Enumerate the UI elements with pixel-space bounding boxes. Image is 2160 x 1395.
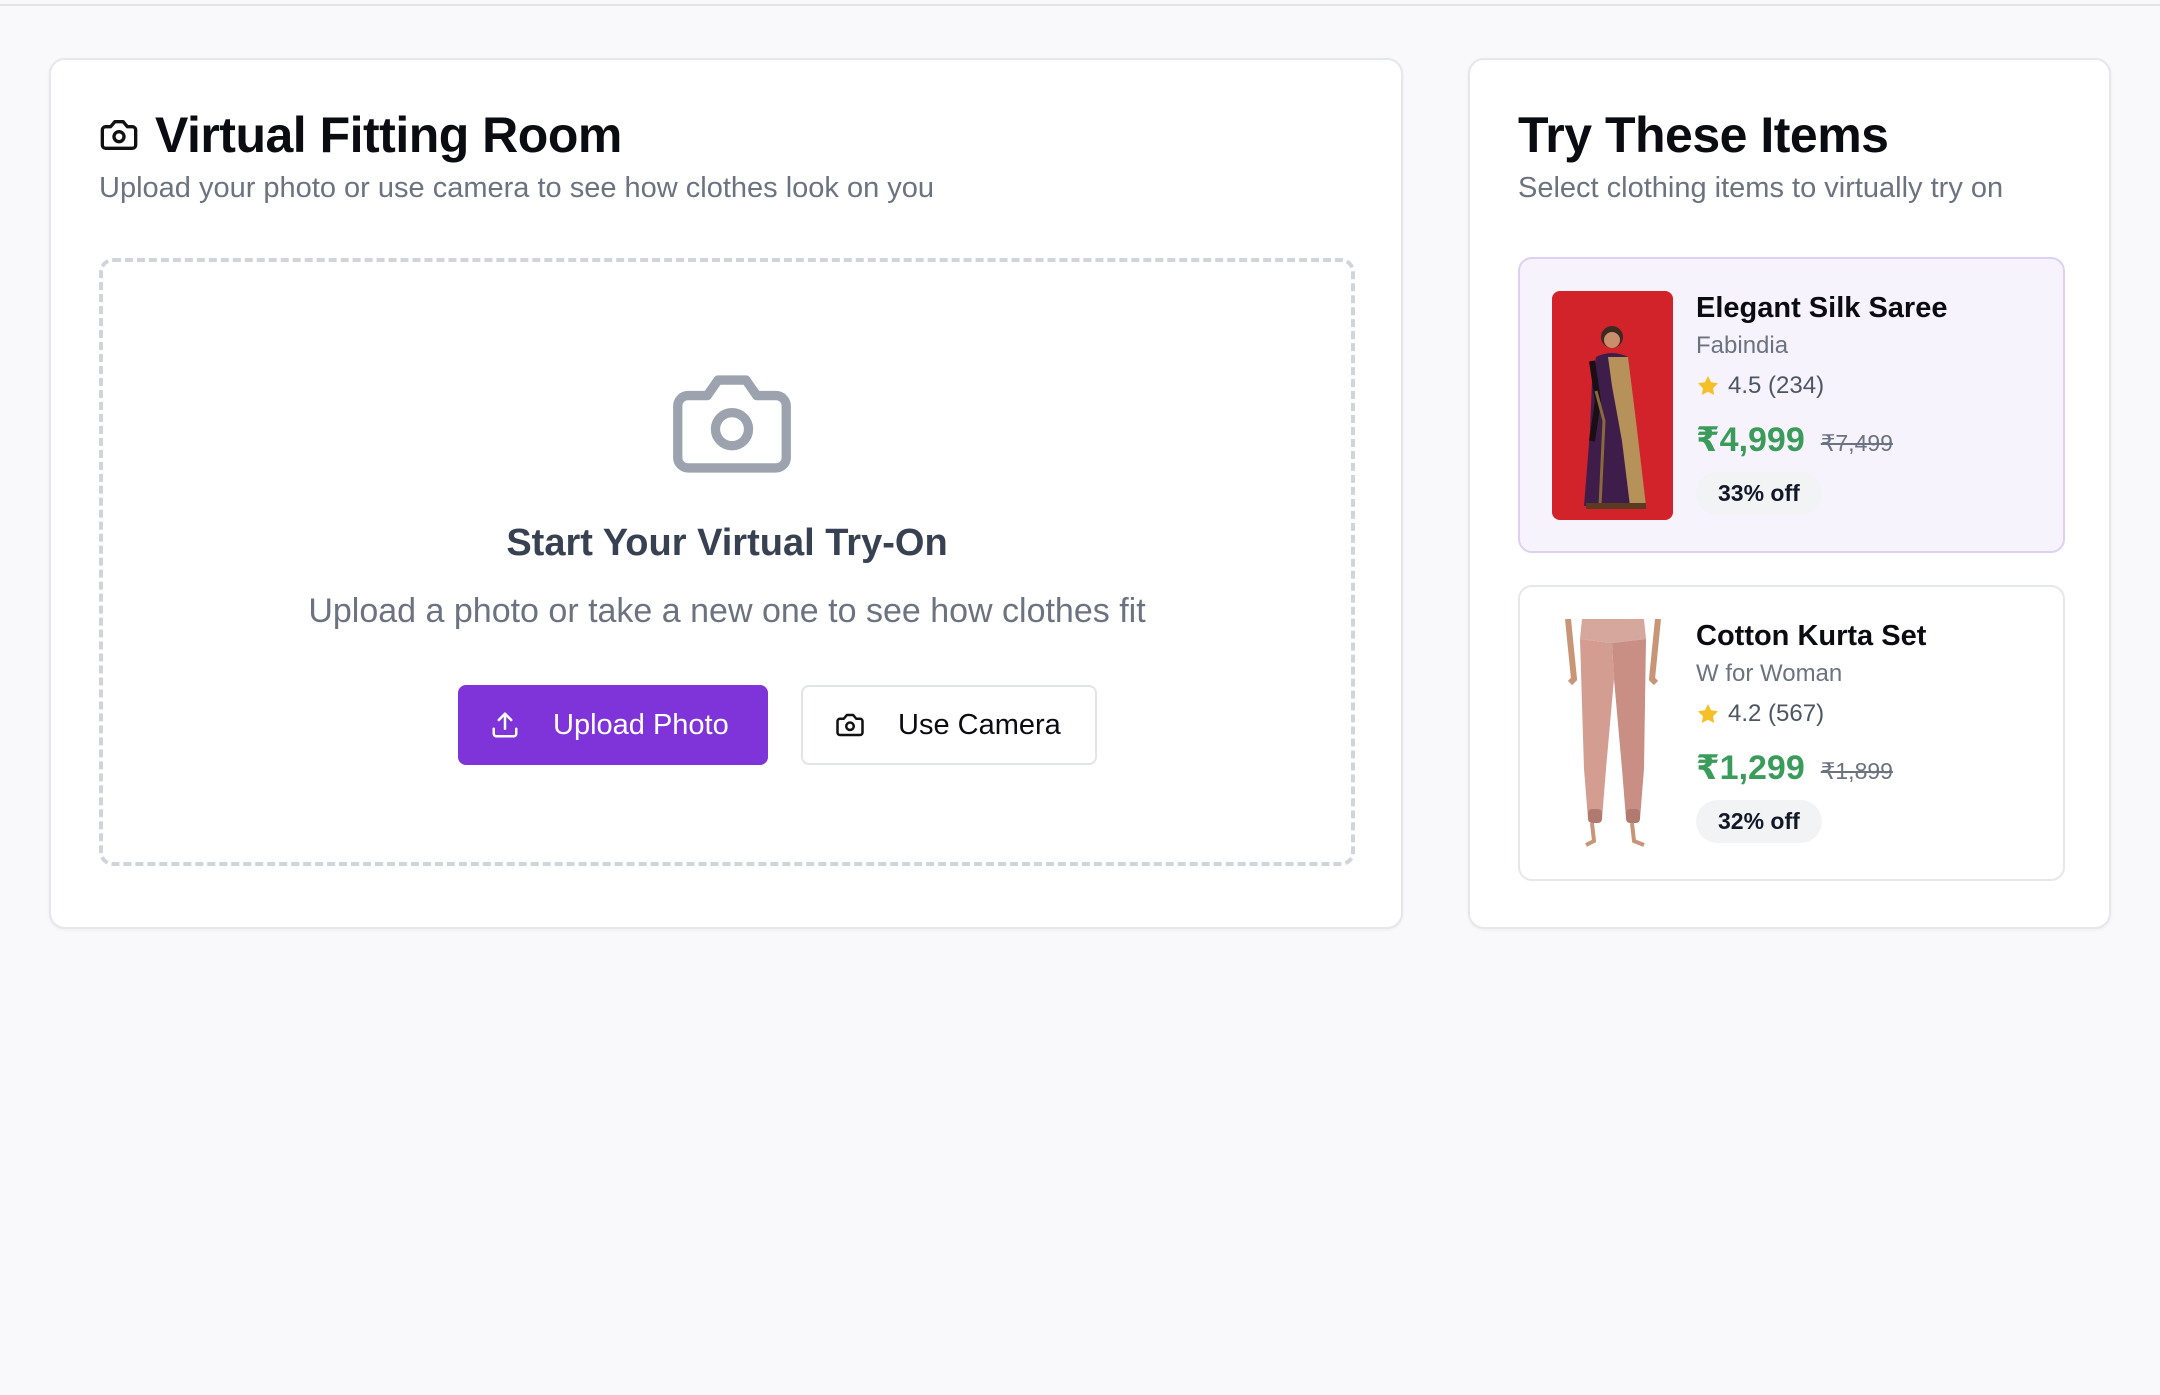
camera-icon bbox=[100, 120, 138, 150]
top-border bbox=[0, 0, 2160, 6]
product-image-kurta bbox=[1552, 619, 1673, 848]
product-price: ₹4,999 bbox=[1696, 420, 1805, 459]
star-icon bbox=[1698, 703, 1718, 723]
product-price: ₹1,299 bbox=[1696, 748, 1805, 787]
product-rating: 4.5 (234) bbox=[1696, 372, 1947, 400]
try-items-subtitle: Select clothing items to virtually try o… bbox=[1518, 172, 2004, 204]
product-info: Elegant Silk Saree Fabindia 4.5 (234) ₹4… bbox=[1696, 291, 1947, 515]
product-rating: 4.2 (567) bbox=[1696, 700, 1926, 728]
camera-icon bbox=[836, 713, 864, 737]
discount-badge: 32% off bbox=[1696, 799, 1822, 843]
product-brand: Fabindia bbox=[1696, 331, 1789, 359]
page-subtitle: Upload your photo or use camera to see h… bbox=[99, 172, 935, 204]
product-brand: W for Woman bbox=[1696, 659, 1843, 687]
rating-text: 4.2 (567) bbox=[1728, 699, 1825, 727]
try-items-card: Try These Items Select clothing items to… bbox=[1468, 58, 2111, 929]
product-name: Cotton Kurta Set bbox=[1696, 620, 1927, 652]
upload-photo-label: Upload Photo bbox=[553, 708, 729, 741]
dropzone-title: Start Your Virtual Try-On bbox=[506, 522, 948, 564]
product-mrp: ₹7,499 bbox=[1820, 429, 1893, 456]
photo-dropzone[interactable]: Start Your Virtual Try-On Upload a photo… bbox=[99, 258, 1355, 866]
star-icon bbox=[1698, 375, 1718, 395]
use-camera-label: Use Camera bbox=[898, 708, 1061, 741]
product-prices: ₹4,999 ₹7,499 bbox=[1696, 420, 1947, 460]
product-image-saree bbox=[1552, 291, 1673, 520]
page-title: Virtual Fitting Room bbox=[155, 107, 622, 163]
try-items-title: Try These Items bbox=[1518, 107, 1889, 163]
try-items-header: Try These Items bbox=[1518, 105, 1889, 165]
product-card-kurta[interactable]: Cotton Kurta Set W for Woman 4.2 (567) ₹… bbox=[1518, 585, 2065, 881]
product-name: Elegant Silk Saree bbox=[1696, 292, 1948, 324]
product-prices: ₹1,299 ₹1,899 bbox=[1696, 748, 1926, 788]
camera-placeholder-icon bbox=[673, 375, 791, 473]
fitting-room-card: Virtual Fitting Room Upload your photo o… bbox=[49, 58, 1403, 929]
product-info: Cotton Kurta Set W for Woman 4.2 (567) ₹… bbox=[1696, 619, 1926, 843]
rating-text: 4.5 (234) bbox=[1728, 371, 1825, 399]
product-mrp: ₹1,899 bbox=[1820, 757, 1893, 784]
fitting-room-header: Virtual Fitting Room bbox=[99, 105, 622, 165]
product-card-saree[interactable]: Elegant Silk Saree Fabindia 4.5 (234) ₹4… bbox=[1518, 257, 2065, 553]
discount-badge: 33% off bbox=[1696, 471, 1822, 515]
use-camera-button[interactable]: Use Camera bbox=[801, 685, 1097, 765]
upload-icon bbox=[492, 712, 518, 738]
dropzone-subtitle: Upload a photo or take a new one to see … bbox=[308, 592, 1146, 630]
upload-photo-button[interactable]: Upload Photo bbox=[458, 685, 768, 765]
